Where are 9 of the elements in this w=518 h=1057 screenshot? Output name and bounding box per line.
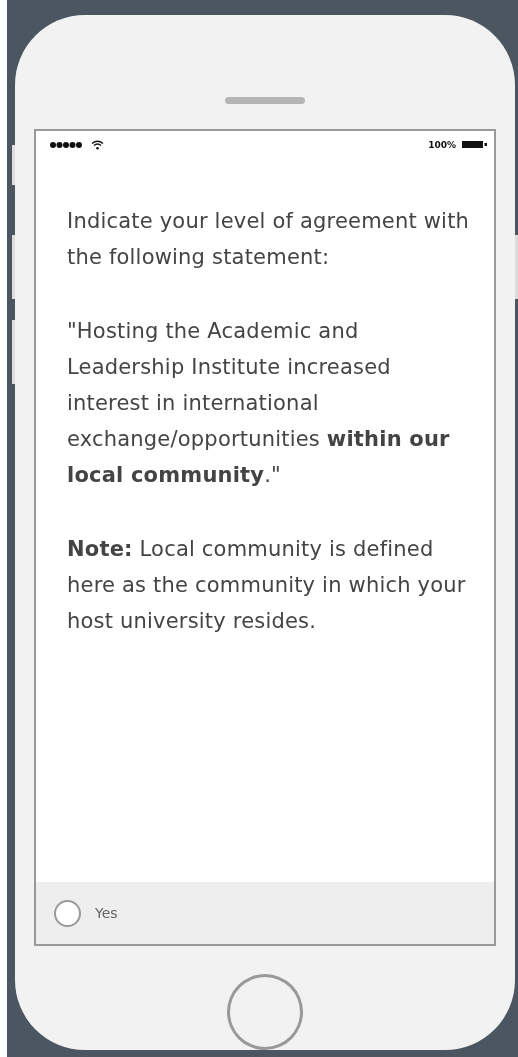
wifi-icon	[91, 140, 104, 150]
radio-button[interactable]	[54, 899, 81, 927]
home-button[interactable]	[227, 974, 303, 1050]
battery-percentage: 100%	[428, 140, 456, 150]
question-text: Indicate your level of agreement with the following statement:	[67, 208, 471, 271]
question-text: "Hosting the Academic and Leadership Institute increased interest in international exchange/opportunities within our local community."	[67, 318, 451, 489]
answer-option[interactable]: Yes	[54, 899, 118, 927]
question-text: Note: Local community is defined here as the community in which your host university resides.	[67, 536, 467, 635]
battery-icon	[462, 140, 488, 150]
